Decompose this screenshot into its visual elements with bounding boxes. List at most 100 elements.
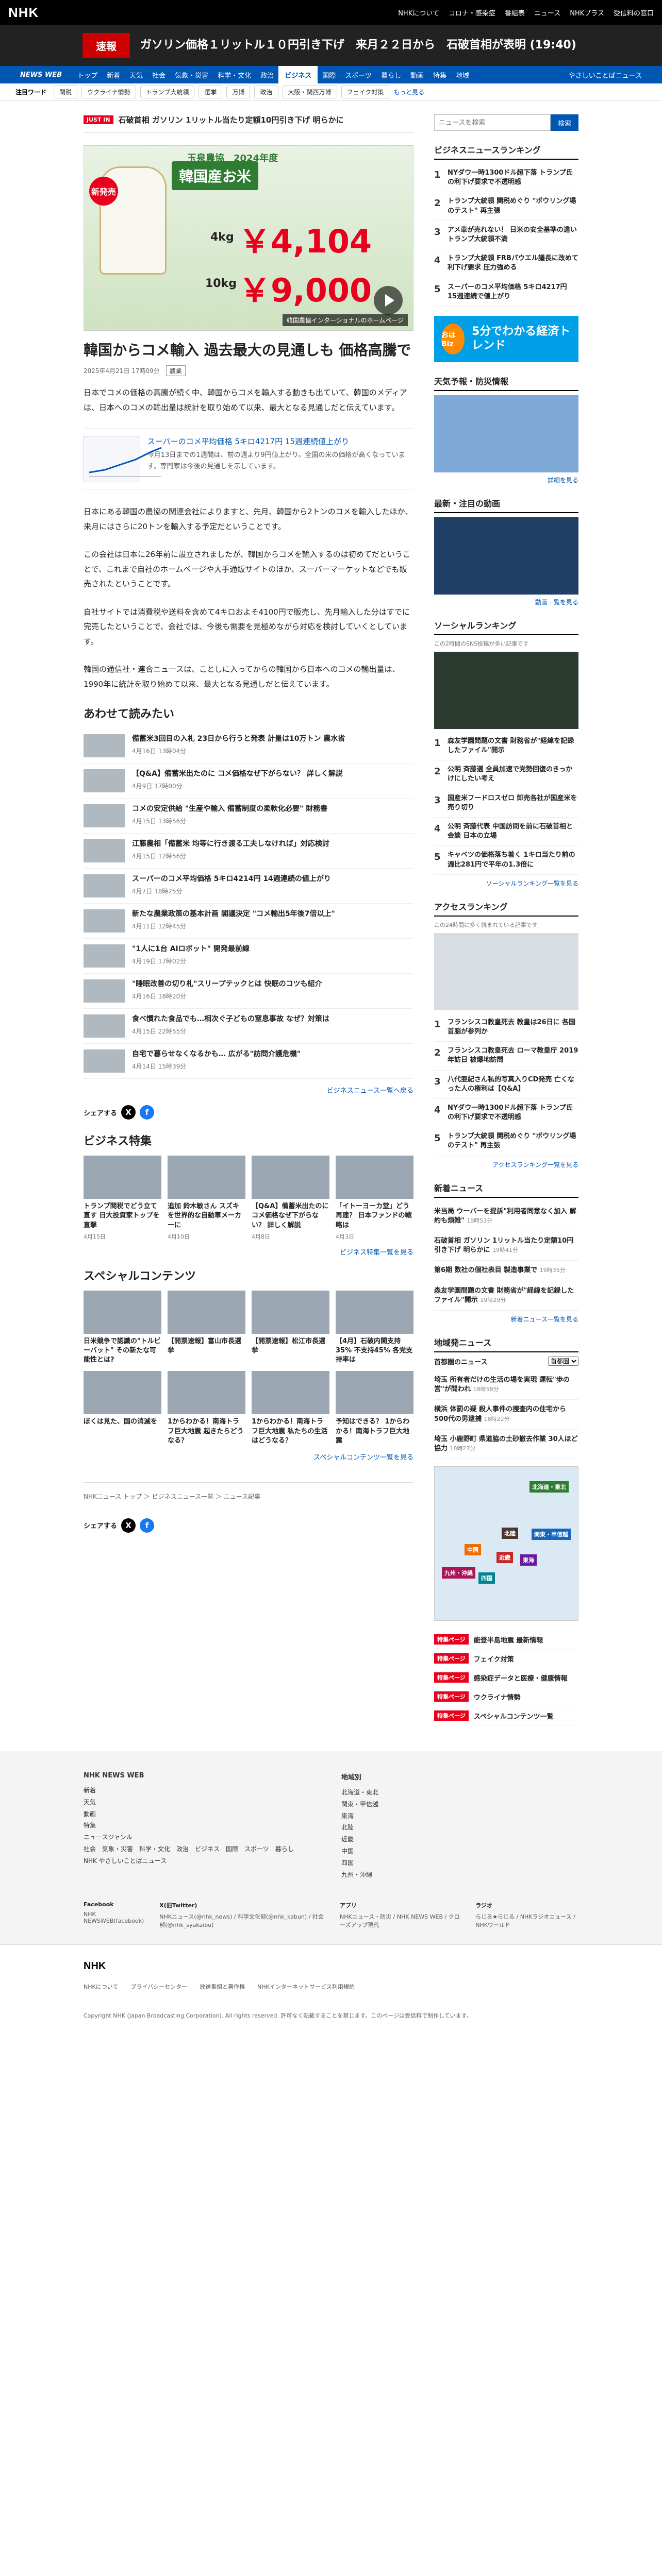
related-article-card[interactable]: スーパーのコメ平均価格 5キロ4217円 15週連続値上がり 今月13日までの1…	[84, 428, 413, 490]
footer-link[interactable]: 動画	[84, 1808, 321, 1820]
footer-link[interactable]: NHK NEWSWEB(facebook)	[84, 1911, 144, 1924]
nav-science[interactable]: 科学・文化	[213, 70, 256, 80]
list-item[interactable]: 食べ慣れた食品でも…相次ぐ子どもの窒息事故 なぜ？対策は 4月15日 22時55分	[84, 1009, 413, 1044]
footer-link[interactable]: NHK やさしいことばニュース	[84, 1855, 321, 1867]
footer-link[interactable]: ニュースジャンル	[84, 1832, 321, 1843]
just-in-ticker[interactable]: JUST IN 石破首相 ガソリン 1リットル当たり定額10円引き下げ 明らかに	[84, 114, 413, 133]
footer-link[interactable]: 北海道・東北	[341, 1787, 578, 1799]
ranking-item[interactable]: 5 キャベツの価格落ち着く 1キロ当たり前の週比281円で平年の1.3倍に	[434, 846, 578, 875]
list-item[interactable]: 第6期 数社の個社表目 製造事業で 19時35分	[434, 1261, 578, 1281]
map-region-hokuriku[interactable]: 北陸	[502, 1528, 518, 1539]
footer-link[interactable]: らじる★らじる / NHKラジオニュース / NHKワールド	[475, 1912, 578, 1929]
keyword-item[interactable]: 万博	[226, 86, 251, 98]
search-button[interactable]: 検索	[551, 114, 578, 131]
nav-politics[interactable]: 政治	[256, 70, 278, 80]
list-item[interactable]: 横浜 体罰の疑 殺人事件の捜査内の住宅から500代の男逮捕 18時22分	[434, 1400, 578, 1430]
keyword-item[interactable]: 関税	[54, 86, 78, 98]
ranking-item[interactable]: 4 トランプ大統領 FRBパウエル議長に改めて利下げ要求 圧力強める	[434, 249, 578, 278]
nhk-logo[interactable]: NHK	[8, 5, 86, 21]
list-item[interactable]: 米当局 ウーバーを提訴"利用者同意なく加入 解約も煩雑" 19時53分	[434, 1202, 578, 1231]
list-item[interactable]: "1人に1台 AIロボット" 開発最前線 4月19日 17時02分	[84, 939, 413, 974]
breadcrumb-item[interactable]: ビジネスニュース一覧	[152, 1493, 213, 1500]
footer-link[interactable]: 近畿	[341, 1834, 578, 1845]
special-card[interactable]: 1からわかる！南海トラフ巨大地震 起きたらどうなる？	[168, 1371, 245, 1446]
ranking-item[interactable]: 1 森友学園問題の文書 財務省が"経緯を記録したファイル"開示	[434, 732, 578, 761]
social-ranking-image[interactable]	[434, 651, 578, 729]
breaking-news-banner[interactable]: 速報 ガソリン価格１リットル１０円引き下げ 来月２２日から 石破首相が表明 (1…	[0, 25, 662, 66]
facebook-share-icon[interactable]: f	[140, 1105, 155, 1120]
special-card[interactable]: 予知はできる？ 1からわかる！南海トラフ巨大地震	[336, 1371, 413, 1446]
nav-weather[interactable]: 天気	[125, 70, 147, 80]
ranking-item[interactable]: 5 スーパーのコメ平均価格 5キロ4217円 15週連続で値上がり	[434, 278, 578, 307]
map-region-hokkaido-tohoku[interactable]: 北海道・東北	[529, 1481, 569, 1493]
newest-news-more-link[interactable]: 新着ニュース一覧を見る	[434, 1315, 578, 1324]
special-card[interactable]: 日米競争で認識の"トルビーバット" その新たな可能性とは?	[84, 1290, 161, 1365]
keyword-item[interactable]: 大阪・関西万博	[282, 86, 337, 98]
article-hero-video[interactable]: 新発売 玉泉農協 2024年度 韓国産お米 4kg ￥4,104 10kg ￥9…	[84, 145, 413, 331]
region-select[interactable]: 首都圏	[548, 1357, 578, 1366]
keyword-item[interactable]: 政治	[254, 86, 278, 98]
video-list-link[interactable]: 動画一覧を見る	[434, 598, 578, 606]
ranking-item[interactable]: 3 国産米フードロスゼロ 卸売各社が国産米を売り切り	[434, 789, 578, 818]
nav-business[interactable]: ビジネス	[278, 65, 318, 84]
ranking-item[interactable]: 4 NYダウ一時1300ドル超下落 トランプ氏の利下げ要求で不透明感	[434, 1099, 578, 1128]
special-card[interactable]: 【4月】石破内閣支持35% 不支持45% 各党支持率は	[336, 1290, 413, 1365]
special-page-link[interactable]: 特集ページ 感染症データと医療・健康情報	[434, 1668, 578, 1688]
ranking-item[interactable]: 2 フランシスコ教皇死去 ローマ教皇庁 2019年訪日 被爆地訪問	[434, 1042, 578, 1071]
x-share-icon[interactable]: X	[121, 1518, 136, 1533]
keyword-item[interactable]: フェイク対策	[341, 86, 390, 98]
list-item[interactable]: コメの安定供給 "生産や輸入 備蓄制度の柔軟化必要" 財務書 4月15日 13時5…	[84, 799, 413, 834]
nav-disaster[interactable]: 気象・災害	[170, 70, 213, 80]
ranking-item[interactable]: 5 トランプ大統領 関税めぐり "ボウリング場のテスト" 再主張	[434, 1127, 578, 1156]
special-page-link[interactable]: 特集ページ スペシャルコンテンツ一覧	[434, 1706, 578, 1726]
ranking-item[interactable]: 1 NYダウ一時1300ドル超下落 トランプ氏の利下げ要求で不透明感	[434, 164, 578, 193]
nav-video[interactable]: 動画	[406, 70, 428, 80]
nav-life[interactable]: 暮らし	[376, 70, 406, 80]
play-icon[interactable]	[374, 286, 403, 315]
footer-link[interactable]: 放送番組と著作権	[200, 1982, 245, 1991]
ranking-item[interactable]: 2 公明 斉藤選 全員加速で党勢回復のきっかけにしたい考え	[434, 760, 578, 789]
keyword-item[interactable]: トランプ大統領	[140, 86, 195, 98]
footer-link[interactable]: 関東・甲信越	[341, 1799, 578, 1810]
back-to-business-list-link[interactable]: ビジネスニュース一覧へ戻る	[84, 1085, 413, 1095]
latest-video-thumbnail[interactable]	[434, 517, 578, 595]
breadcrumb-item[interactable]: NHKニュース トップ	[84, 1493, 142, 1500]
feature-card[interactable]: 【Q&A】備蓄米出たのに コメ価格なぜ下がらない？ 詳しく解説 4月8日	[252, 1156, 329, 1241]
nav-international[interactable]: 国際	[318, 70, 340, 80]
footer-link[interactable]: NHKニュース(@nhk_news) / 科学文化部(@nhk_kabun) /…	[159, 1912, 324, 1929]
special-card[interactable]: 【開票速報】松江市長選挙	[252, 1290, 329, 1365]
list-item[interactable]: 埼玉 小鹿野町 県道脇の土砂撤去作業 30人ほど協力 18時27分	[434, 1430, 578, 1460]
map-region-shikoku[interactable]: 四国	[478, 1572, 495, 1584]
article-category[interactable]: 農業	[166, 365, 186, 377]
ranking-item[interactable]: 3 アメ車が売れない！ 日米の安全基準の違い トランプ大統領不満	[434, 221, 578, 250]
feature-card[interactable]: 「イトーヨーカ堂」どう再建？ 日本ファンドの戦略は 4月3日	[336, 1156, 413, 1241]
footer-link[interactable]: 天気	[84, 1797, 321, 1808]
footer-nhk-logo[interactable]: NHK	[84, 1960, 578, 1972]
footer-link[interactable]: NHKについて	[84, 1982, 118, 1991]
list-item[interactable]: 備蓄米3回目の入札 23日から行うと発表 計量は10万トン 農水省 4月16日 1…	[84, 728, 413, 764]
special-card[interactable]: 1からわかる！南海トラフ巨大地震 私たちの生活はどうなる？	[252, 1371, 329, 1446]
map-region-kinki[interactable]: 近畿	[496, 1552, 513, 1564]
special-card[interactable]: ぼくは見た、国の消滅を	[84, 1371, 161, 1446]
footer-link[interactable]: 東海	[341, 1810, 578, 1822]
news-web-brand[interactable]: NEWS WEB	[15, 71, 67, 79]
related-article-title[interactable]: スーパーのコメ平均価格 5キロ4217円 15週連続値上がり	[147, 436, 413, 447]
nav-feature[interactable]: 特集	[428, 70, 451, 80]
list-item[interactable]: 【Q&A】備蓄米出たのに コメ価格なぜ下がらない？ 詳しく解説 4月9日 17時0…	[84, 764, 413, 799]
feature-card[interactable]: 追加 鈴木敏さん スズキを世界的な自動車メーカーに 4月10日	[168, 1156, 245, 1241]
nav-society[interactable]: 社会	[147, 70, 170, 80]
footer-link[interactable]: 四国	[341, 1857, 578, 1869]
keyword-item[interactable]: 選挙	[198, 86, 223, 98]
map-region-kanto[interactable]: 関東・甲信越	[532, 1529, 571, 1540]
nav-new[interactable]: 新着	[102, 70, 125, 80]
map-region-tokai[interactable]: 東海	[520, 1554, 537, 1566]
weather-detail-link[interactable]: 詳細を見る	[434, 476, 578, 484]
list-item[interactable]: 自宅で暮らせなくなるかも… 広がる"訪問介護危機" 4月14日 15時39分	[84, 1044, 413, 1079]
list-item[interactable]: 江藤農相「備蓄米 均等に行き渡る工夫しなければ」対応検討 4月15日 12時56分	[84, 834, 413, 869]
list-item[interactable]: 新たな農業政策の基本計画 閣議決定 "コメ輸出5年後7倍以上" 4月11日 12時…	[84, 904, 413, 939]
top-nav-fee[interactable]: 受信料の窓口	[614, 8, 654, 18]
list-item[interactable]: スーパーのコメ平均価格 5キロ4214円 14週連続の値上がり 4月7日 18時2…	[84, 869, 413, 904]
access-ranking-more-link[interactable]: アクセスランキング一覧を見る	[434, 1160, 578, 1169]
top-nav-about[interactable]: NHKについて	[398, 8, 439, 18]
map-region-kyushu[interactable]: 九州・沖縄	[442, 1567, 475, 1579]
